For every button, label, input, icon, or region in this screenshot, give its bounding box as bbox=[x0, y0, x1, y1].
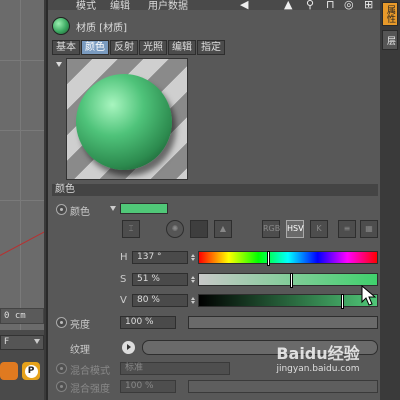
autokey-button[interactable] bbox=[0, 362, 18, 380]
chevron-down-icon bbox=[34, 339, 40, 344]
brightness-label: 亮度 bbox=[70, 320, 90, 331]
blend-strength-field[interactable]: 100 % bbox=[120, 380, 176, 393]
brightness-slider[interactable] bbox=[188, 316, 378, 329]
menu-item-mode[interactable]: 模式 bbox=[76, 0, 96, 10]
spinner-icon[interactable] bbox=[191, 297, 196, 304]
saturation-row: S 51 % bbox=[48, 273, 382, 288]
hsv-button[interactable]: HSV bbox=[286, 220, 304, 238]
material-tabs: 基本 颜色 反射 光照 编辑 指定 bbox=[52, 40, 226, 55]
texture-label: 纹理 bbox=[70, 345, 90, 356]
hue-slider-thumb[interactable] bbox=[266, 251, 270, 266]
mixer-icon[interactable]: ≡ bbox=[338, 220, 356, 238]
watermark-brand: Baidu经验 bbox=[276, 344, 360, 363]
lock-icon[interactable]: ⊓ bbox=[326, 0, 335, 10]
section-title-color: 颜色 bbox=[52, 184, 378, 196]
blend-strength-label: 混合强度 bbox=[70, 384, 110, 395]
saturation-slider-thumb[interactable] bbox=[289, 273, 293, 288]
saturation-field[interactable]: 51 % bbox=[132, 273, 188, 286]
tab-reflectance[interactable]: 反射 bbox=[110, 40, 138, 55]
watermark: Baidu经验 jingyan.baidu.com bbox=[258, 340, 378, 374]
up-arrow-icon[interactable]: ▲ bbox=[284, 0, 292, 10]
rgb-button[interactable]: RGB bbox=[262, 220, 280, 238]
value-slider[interactable] bbox=[198, 294, 378, 309]
blend-strength-row: 混合强度 100 % bbox=[48, 380, 382, 395]
spinner-icon[interactable] bbox=[191, 276, 196, 283]
color-wheel-icon[interactable]: ✺ bbox=[166, 220, 184, 238]
watermark-url: jingyan.baidu.com bbox=[276, 364, 360, 374]
preview-sphere bbox=[76, 74, 172, 170]
hue-key: H bbox=[120, 252, 128, 263]
color-label: 颜色 bbox=[70, 207, 90, 218]
p-icon: P bbox=[24, 364, 38, 378]
preview-toggle-icon[interactable] bbox=[56, 62, 62, 67]
material-preview[interactable] bbox=[66, 58, 188, 180]
animate-radio-brightness[interactable] bbox=[56, 317, 67, 328]
saturation-key: S bbox=[120, 274, 127, 285]
hue-slider[interactable] bbox=[198, 251, 378, 266]
chevron-down-icon[interactable] bbox=[110, 206, 116, 211]
hue-field[interactable]: 137 ° bbox=[132, 251, 188, 264]
right-tab-strip: 属性 层 bbox=[380, 0, 400, 400]
tab-layers[interactable]: 层 bbox=[382, 30, 398, 50]
grid-line bbox=[20, 0, 21, 330]
swatches-icon[interactable]: ▦ bbox=[360, 220, 378, 238]
value-field[interactable]: 80 % bbox=[132, 294, 188, 307]
menu-item-edit[interactable]: 编辑 bbox=[110, 0, 130, 10]
search-icon[interactable]: ⚲ bbox=[306, 0, 314, 10]
value-row: V 80 % bbox=[48, 294, 382, 309]
back-arrow-icon[interactable]: ◀ bbox=[240, 0, 248, 10]
tab-color[interactable]: 颜色 bbox=[81, 40, 109, 55]
color-swatch[interactable] bbox=[120, 203, 168, 214]
coordinate-readout: 0 cm bbox=[0, 308, 44, 324]
grid-line bbox=[0, 130, 44, 131]
animate-radio-blend-mode[interactable] bbox=[56, 363, 67, 374]
blend-mode-dropdown[interactable]: 标准 bbox=[120, 362, 230, 375]
tab-illumination[interactable]: 光照 bbox=[139, 40, 167, 55]
menu-bar: 模式 编辑 用户数据 ◀ ▲ ⚲ ⊓ ◎ ⊞ bbox=[48, 0, 382, 10]
kelvin-button[interactable]: K bbox=[310, 220, 328, 238]
animate-radio-blend-strength[interactable] bbox=[56, 381, 67, 392]
frame-dropdown[interactable]: F bbox=[0, 335, 44, 350]
brightness-field[interactable]: 100 % bbox=[120, 316, 176, 329]
play-key-button[interactable]: P bbox=[22, 362, 40, 380]
mouse-cursor-icon bbox=[361, 285, 377, 306]
spinner-icon[interactable] bbox=[191, 254, 196, 261]
material-icon bbox=[52, 17, 70, 35]
tab-attributes[interactable]: 属性 bbox=[382, 2, 398, 26]
value-key: V bbox=[120, 295, 127, 306]
hue-row: H 137 ° bbox=[48, 251, 382, 266]
target-icon[interactable]: ◎ bbox=[344, 0, 354, 10]
tab-basic[interactable]: 基本 bbox=[52, 40, 80, 55]
tab-editor[interactable]: 编辑 bbox=[168, 40, 196, 55]
blend-strength-slider[interactable] bbox=[188, 380, 378, 393]
grid-line bbox=[0, 60, 44, 61]
grid-line bbox=[0, 200, 44, 201]
animate-radio-color[interactable] bbox=[56, 204, 67, 215]
material-header: 材质 [材质] bbox=[52, 16, 127, 36]
texture-play-icon[interactable] bbox=[122, 341, 135, 354]
x-axis-line bbox=[0, 226, 44, 256]
value-slider-thumb[interactable] bbox=[341, 294, 345, 309]
saturation-slider[interactable] bbox=[198, 273, 378, 288]
add-icon[interactable]: ⊞ bbox=[364, 0, 373, 10]
picker-icon[interactable]: ⌶ bbox=[122, 220, 140, 238]
frame-dropdown-value: F bbox=[4, 337, 10, 347]
tab-assignment[interactable]: 指定 bbox=[197, 40, 225, 55]
material-title: 材质 [材质] bbox=[76, 22, 127, 34]
spectrum-icon[interactable] bbox=[190, 220, 208, 238]
viewport-panel[interactable]: 0 cm bbox=[0, 0, 44, 330]
blend-mode-label: 混合模式 bbox=[70, 366, 110, 377]
menu-item-userdata[interactable]: 用户数据 bbox=[148, 0, 188, 10]
image-icon[interactable]: ▲ bbox=[214, 220, 232, 238]
